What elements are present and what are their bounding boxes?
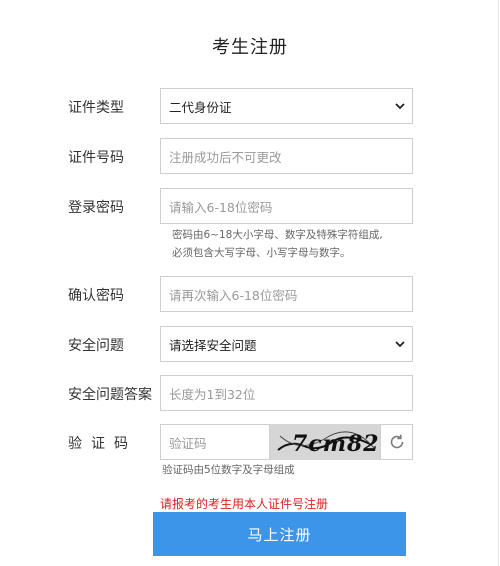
security-answer-label: 安全问题答案 bbox=[68, 387, 152, 403]
captcha-image-graphic: 7cm82 bbox=[277, 431, 380, 457]
id-type-select[interactable]: 二代身份证 bbox=[160, 88, 413, 124]
password-placeholder: 请输入6-18位密码 bbox=[169, 199, 273, 215]
page-title: 考生注册 bbox=[212, 37, 288, 58]
captcha-refresh-button[interactable] bbox=[380, 424, 413, 460]
captcha-label: 验证码 bbox=[68, 436, 137, 452]
confirm-password-placeholder: 请再次输入6-18位密码 bbox=[169, 287, 298, 303]
id-number-placeholder: 注册成功后不可更改 bbox=[169, 149, 282, 165]
id-number-input[interactable]: 注册成功后不可更改 bbox=[160, 138, 413, 174]
captcha-text: 7cm82 bbox=[292, 431, 380, 457]
register-button[interactable]: 马上注册 bbox=[153, 512, 406, 556]
refresh-icon bbox=[390, 434, 403, 449]
captcha-placeholder: 验证码 bbox=[169, 435, 207, 451]
confirm-password-input[interactable]: 请再次输入6-18位密码 bbox=[160, 276, 413, 312]
confirm-password-label: 确认密码 bbox=[68, 288, 124, 304]
id-type-label: 证件类型 bbox=[68, 100, 124, 116]
password-hint-line2: 必须包含大写字母、小写字母与数字。 bbox=[172, 247, 351, 259]
password-hint-line1: 密码由6~18大小字母、数字及特殊字符组成, bbox=[172, 229, 383, 241]
chevron-down-icon bbox=[395, 103, 405, 110]
captcha-image[interactable]: 7cm82 bbox=[270, 424, 380, 460]
warning-text: 请报考的考生用本人证件号注册 bbox=[160, 497, 329, 511]
security-question-label: 安全问题 bbox=[68, 338, 124, 354]
password-input[interactable]: 请输入6-18位密码 bbox=[160, 188, 413, 224]
id-number-label: 证件号码 bbox=[68, 150, 124, 166]
security-question-value: 请选择安全问题 bbox=[169, 337, 257, 353]
captcha-hint: 验证码由5位数字及字母组成 bbox=[162, 464, 295, 476]
security-answer-placeholder: 长度为1到32位 bbox=[169, 386, 256, 402]
security-answer-input[interactable]: 长度为1到32位 bbox=[160, 375, 413, 411]
chevron-down-icon bbox=[395, 341, 405, 348]
password-label: 登录密码 bbox=[68, 200, 124, 216]
id-type-value: 二代身份证 bbox=[169, 99, 232, 115]
captcha-input[interactable]: 验证码 bbox=[160, 424, 270, 460]
security-question-select[interactable]: 请选择安全问题 bbox=[160, 326, 413, 362]
